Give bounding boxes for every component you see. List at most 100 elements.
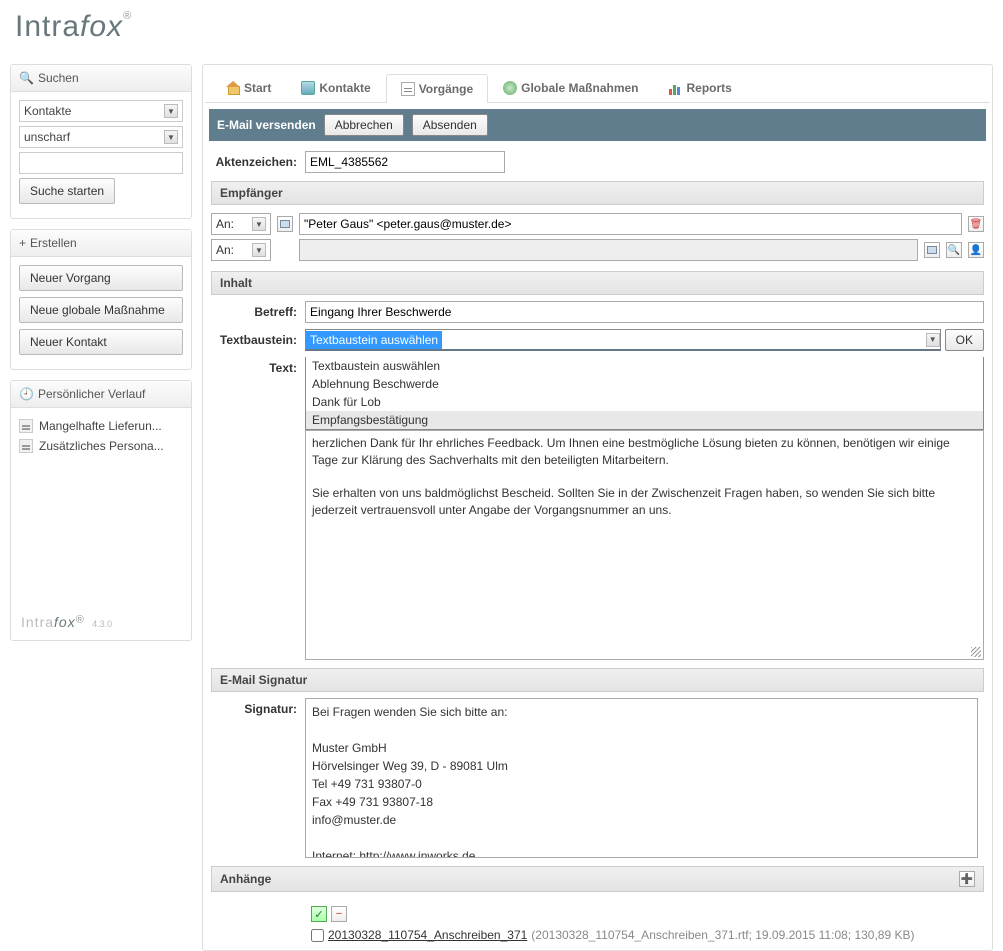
tab-kontakte[interactable]: Kontakte: [286, 73, 385, 102]
search-mode-value: unscharf: [24, 130, 70, 144]
send-button[interactable]: Absenden: [412, 114, 488, 136]
search-type-select[interactable]: Kontakte ▼: [19, 100, 183, 122]
history-item[interactable]: Zusätzliches Persona...: [19, 436, 183, 456]
attachment-link[interactable]: 20130328_110754_Anschreiben_371: [328, 928, 527, 942]
chevron-down-icon: ▼: [252, 217, 266, 231]
logo-text-1: Intra: [15, 10, 80, 43]
search-start-button[interactable]: Suche starten: [19, 178, 115, 204]
textblock-ok-button[interactable]: OK: [945, 329, 984, 351]
signature-line: Fax +49 731 93807-18: [312, 793, 971, 811]
footer-logo: Intrafox® 4.3.0: [11, 604, 191, 640]
recipient-input[interactable]: [299, 213, 962, 235]
content-section-header: Inhalt: [211, 271, 984, 295]
recipient-type-select[interactable]: An: ▼: [211, 213, 271, 235]
page-title: E-Mail versenden: [217, 118, 316, 132]
search-mode-select[interactable]: unscharf ▼: [19, 126, 183, 148]
aktenzeichen-input[interactable]: [305, 151, 505, 173]
email-text-area[interactable]: herzlichen Dank für Ihr ehrliches Feedba…: [305, 430, 984, 660]
signature-line: Tel +49 731 93807-0: [312, 775, 971, 793]
home-icon: [226, 81, 240, 95]
minus-icon[interactable]: −: [331, 906, 347, 922]
history-panel-header: 🕘 Persönlicher Verlauf: [11, 381, 191, 408]
signature-line: Bei Fragen wenden Sie sich bitte an:: [312, 703, 971, 721]
tab-label: Kontakte: [319, 81, 370, 95]
subject-input[interactable]: [305, 301, 984, 323]
text-label: Text:: [211, 357, 305, 375]
add-attachment-icon[interactable]: ➕: [959, 871, 975, 887]
history-item-label: Zusätzliches Persona...: [39, 439, 164, 453]
recipient-input-disabled: [299, 239, 918, 261]
cancel-button[interactable]: Abbrechen: [324, 114, 404, 136]
globe-icon: [503, 81, 517, 95]
search-contact-icon[interactable]: 🔍: [946, 242, 962, 258]
contact-card-icon[interactable]: [924, 242, 940, 258]
delete-recipient-icon[interactable]: 🗑: [968, 216, 984, 232]
tab-reports[interactable]: Reports: [654, 73, 747, 102]
history-panel: 🕘 Persönlicher Verlauf Mangelhafte Liefe…: [10, 380, 192, 641]
recipients-section-header: Empfänger: [211, 181, 984, 205]
search-type-value: Kontakte: [24, 104, 71, 118]
contact-card-icon[interactable]: [277, 216, 293, 232]
recipient-type-select[interactable]: An: ▼: [211, 239, 271, 261]
search-panel-header: 🔍 Suchen: [11, 65, 191, 92]
textblock-option[interactable]: Ablehnung Beschwerde: [306, 375, 983, 393]
processes-icon: [401, 82, 415, 96]
logo-reg: ®: [123, 10, 132, 22]
attachment-checkbox[interactable]: [311, 929, 324, 942]
textblock-select[interactable]: Textbaustein auswählen ▼: [305, 329, 941, 351]
textblock-dropdown-options: Textbaustein auswählen Ablehnung Beschwe…: [305, 357, 984, 430]
new-global-action-button[interactable]: Neue globale Maßnahme: [19, 297, 183, 323]
tab-globale[interactable]: Globale Maßnahmen: [488, 73, 653, 102]
textblock-selected: Textbaustein auswählen: [306, 331, 442, 349]
tab-vorgaenge[interactable]: Vorgänge: [386, 74, 488, 103]
logo-text-2: fox: [80, 10, 123, 43]
attachment-row: 20130328_110754_Anschreiben_371 (2013032…: [311, 926, 984, 944]
chevron-down-icon: ▼: [164, 104, 178, 118]
tab-label: Globale Maßnahmen: [521, 81, 638, 95]
signature-line: Muster GmbH: [312, 739, 971, 757]
text-paragraph: Sie erhalten von uns baldmöglichst Besch…: [312, 485, 977, 519]
textblock-label: Textbaustein:: [211, 329, 305, 347]
chevron-down-icon: ▼: [926, 333, 940, 347]
search-icon: 🔍: [19, 71, 34, 85]
chevron-down-icon: ▼: [164, 130, 178, 144]
attachments-title: Anhänge: [220, 872, 271, 886]
create-panel: + Erstellen Neuer Vorgang Neue globale M…: [10, 229, 192, 370]
contacts-icon: [301, 81, 315, 95]
attachment-meta: (20130328_110754_Anschreiben_371.rtf; 19…: [531, 928, 914, 942]
recipient-row-1: An: ▼ 🗑: [205, 211, 990, 237]
reports-icon: [669, 81, 683, 95]
signature-label: Signatur:: [211, 698, 305, 716]
clock-icon: 🕘: [19, 387, 34, 401]
history-item-label: Mangelhafte Lieferun...: [39, 419, 162, 433]
signature-textarea[interactable]: Bei Fragen wenden Sie sich bitte an: Mus…: [305, 698, 978, 858]
an-label: An:: [216, 217, 234, 231]
textblock-option[interactable]: Empfangsbestätigung: [306, 411, 983, 429]
create-panel-header: + Erstellen: [11, 230, 191, 257]
textblock-option[interactable]: Textbaustein auswählen: [306, 357, 983, 375]
textblock-option[interactable]: Dank für Lob: [306, 393, 983, 411]
plus-icon: +: [19, 236, 26, 250]
subject-label: Betreff:: [211, 301, 305, 319]
tab-label: Start: [244, 81, 271, 95]
version-text: 4.3.0: [92, 619, 112, 629]
main-content: Start Kontakte Vorgänge Globale Maßnahme…: [202, 64, 993, 951]
search-input[interactable]: [19, 152, 183, 174]
search-title: Suchen: [38, 71, 79, 85]
search-panel: 🔍 Suchen Kontakte ▼ unscharf ▼ Suche sta…: [10, 64, 192, 219]
tab-start[interactable]: Start: [211, 73, 286, 102]
document-icon: [19, 439, 33, 453]
sidebar: 🔍 Suchen Kontakte ▼ unscharf ▼ Suche sta…: [10, 64, 192, 951]
attachments-section-header: Anhänge ➕: [211, 866, 984, 892]
new-contact-button[interactable]: Neuer Kontakt: [19, 329, 183, 355]
text-paragraph: herzlichen Dank für Ihr ehrliches Feedba…: [312, 435, 977, 469]
an-label: An:: [216, 243, 234, 257]
check-icon[interactable]: ✓: [311, 906, 327, 922]
add-contact-icon[interactable]: 👤: [968, 242, 984, 258]
resize-handle[interactable]: [971, 647, 981, 657]
tabs: Start Kontakte Vorgänge Globale Maßnahme…: [205, 67, 990, 103]
history-item[interactable]: Mangelhafte Lieferun...: [19, 416, 183, 436]
tab-label: Reports: [687, 81, 732, 95]
new-process-button[interactable]: Neuer Vorgang: [19, 265, 183, 291]
signature-line: Hörvelsinger Weg 39, D - 89081 Ulm: [312, 757, 971, 775]
